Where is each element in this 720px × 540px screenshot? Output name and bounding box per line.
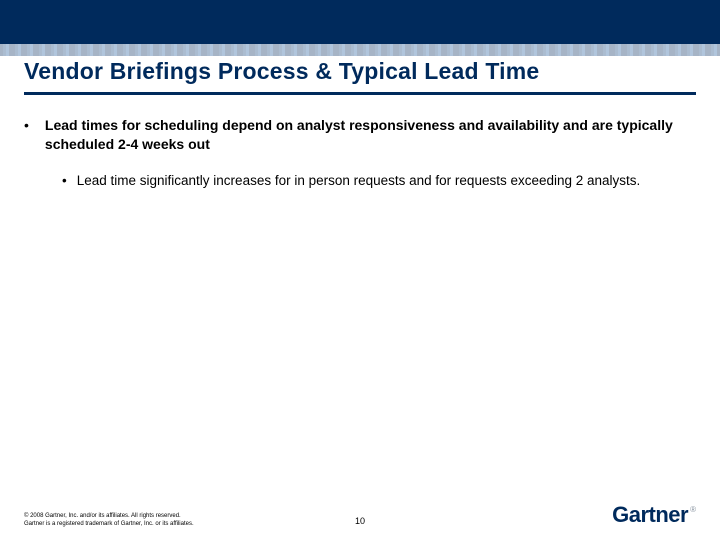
slide: Vendor Briefings Process & Typical Lead … [0,0,720,540]
copyright-line2: Gartner is a registered trademark of Gar… [24,521,194,529]
copyright-line1: © 2008 Gartner, Inc. and/or its affiliat… [24,513,194,521]
copyright: © 2008 Gartner, Inc. and/or its affiliat… [24,513,194,528]
footer: © 2008 Gartner, Inc. and/or its affiliat… [24,494,696,528]
bullet-dot-icon: • [24,116,29,154]
bullet-level1-text: Lead times for scheduling depend on anal… [45,116,686,154]
gartner-logo: Gartner ® [612,502,696,528]
bullet-dot-icon: • [62,172,67,190]
slide-title: Vendor Briefings Process & Typical Lead … [24,58,696,85]
slide-body: • Lead times for scheduling depend on an… [24,116,686,190]
bullet-level1: • Lead times for scheduling depend on an… [24,116,686,154]
page-number: 10 [355,516,365,526]
top-stripe [0,0,720,44]
title-underline [24,92,696,95]
bullet-level2-text: Lead time significantly increases for in… [77,172,641,190]
logo-text: Gartner [612,502,688,528]
bullet-level2: • Lead time significantly increases for … [62,172,686,190]
logo-registered-icon: ® [690,505,696,514]
